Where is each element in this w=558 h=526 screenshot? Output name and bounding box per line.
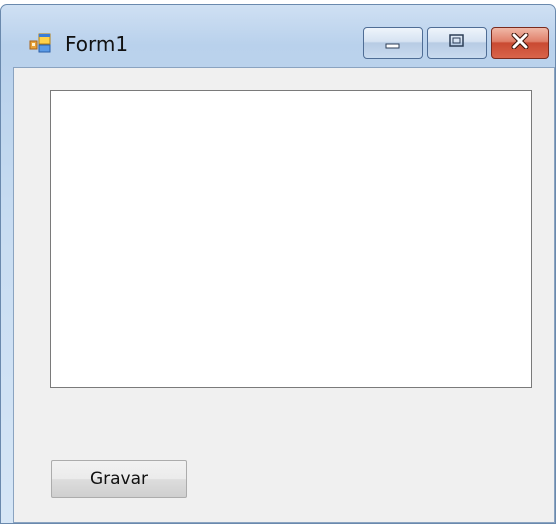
form-window: Form1 Gravar xyxy=(0,4,556,524)
minimize-button[interactable] xyxy=(363,27,423,59)
maximize-button[interactable] xyxy=(427,27,487,59)
gravar-button[interactable]: Gravar xyxy=(51,460,187,498)
maximize-icon xyxy=(448,33,466,53)
minimize-icon xyxy=(384,34,402,53)
form-app-icon xyxy=(29,33,53,53)
text-box[interactable] xyxy=(50,90,532,388)
form-client-area: Gravar xyxy=(13,67,555,523)
window-title: Form1 xyxy=(65,32,129,56)
close-icon xyxy=(510,32,530,53)
title-bar[interactable]: Form1 xyxy=(1,5,555,65)
close-button[interactable] xyxy=(491,27,549,59)
